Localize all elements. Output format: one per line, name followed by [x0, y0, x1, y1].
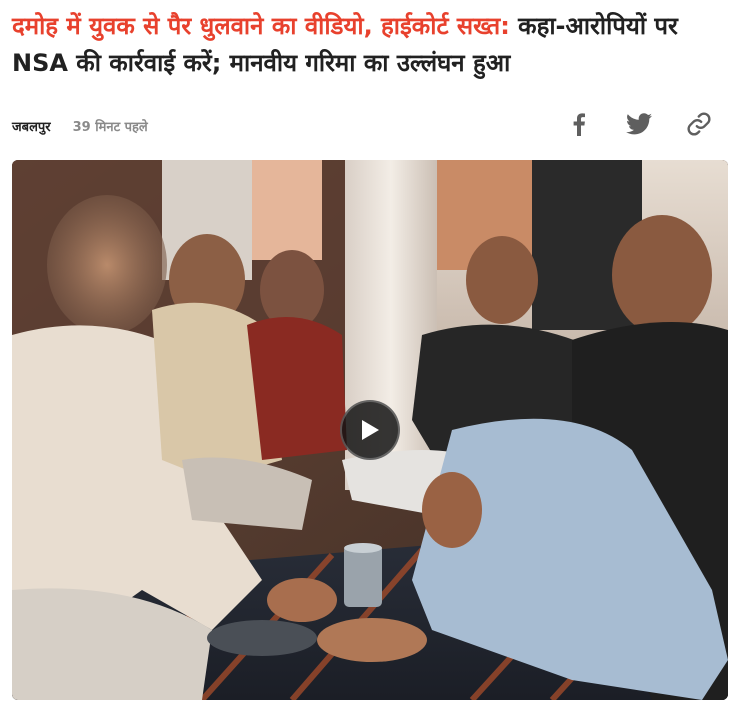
share-bar — [563, 108, 715, 140]
headline-highlight: दमोह में युवक से पैर धुलवाने का वीडियो, … — [12, 12, 510, 40]
play-icon — [362, 420, 379, 440]
link-icon[interactable] — [683, 108, 715, 140]
facebook-icon[interactable] — [563, 108, 595, 140]
article-headline: दमोह में युवक से पैर धुलवाने का वीडियो, … — [12, 8, 732, 82]
timestamp: 39 मिनट पहले — [72, 120, 148, 135]
location-label[interactable]: जबलपुर — [12, 117, 51, 135]
video-player[interactable] — [12, 160, 728, 700]
play-button[interactable] — [340, 400, 400, 460]
article-meta: जबलपुर 39 मिनट पहले — [12, 112, 148, 140]
twitter-icon[interactable] — [623, 108, 655, 140]
